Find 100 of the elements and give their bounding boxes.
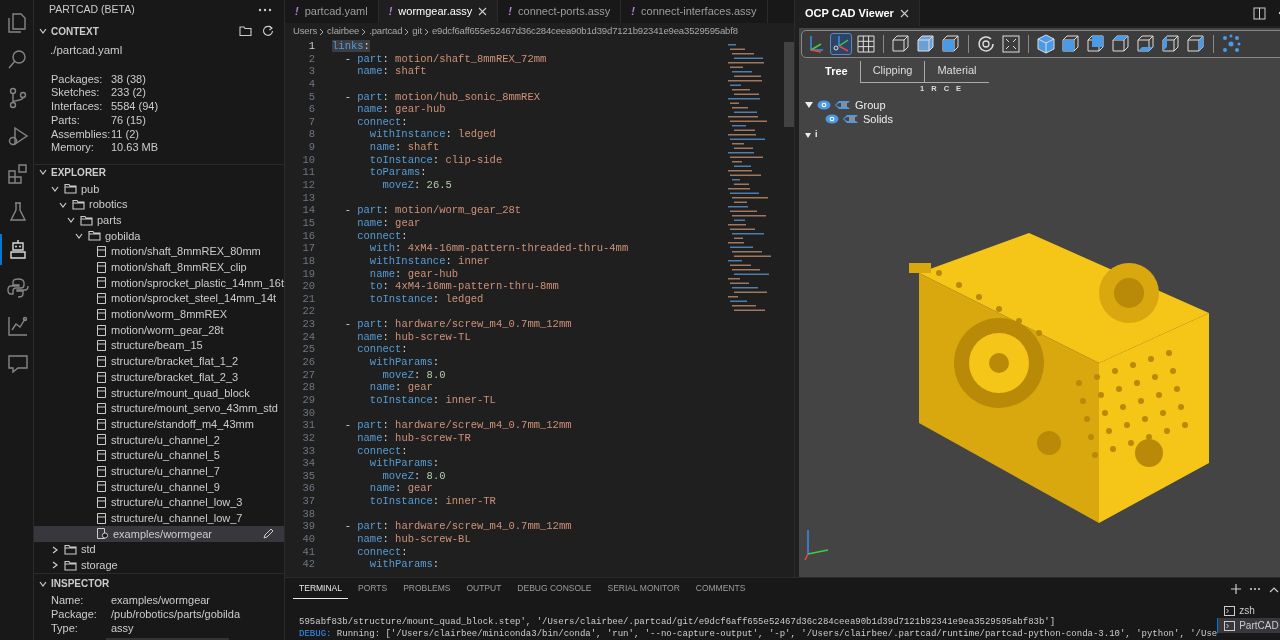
eye-icon[interactable] [825, 113, 840, 124]
extensions-icon[interactable] [5, 161, 30, 186]
section-title[interactable]: INSPECTOR [51, 576, 285, 592]
more-icon[interactable] [1249, 587, 1262, 591]
part-item[interactable]: motion/shaft_8mmREX_80mm [111, 243, 261, 260]
python-icon[interactable] [5, 275, 30, 300]
part-item[interactable]: motion/sprocket_plastic_14mm_16t [111, 274, 285, 292]
part-item[interactable]: structure/beam_15 [111, 337, 203, 354]
toolbar-button[interactable] [830, 33, 853, 55]
line-number: 9 [307, 141, 316, 154]
stat-label: Interfaces: [51, 100, 104, 114]
stat-value: 10.63 MB [111, 141, 159, 155]
toolbar-button[interactable] [855, 33, 878, 55]
viewer-tab[interactable]: Tree [813, 61, 860, 83]
eye-icon[interactable] [817, 99, 832, 110]
part-item[interactable]: structure/u_channel_5 [111, 447, 220, 464]
triangle-icon[interactable] [805, 100, 814, 109]
stat-label: Sketches: [51, 86, 101, 101]
file-icon [96, 245, 107, 259]
code-line: moveZ: 8.0 [381, 368, 446, 382]
add-icon[interactable] [1231, 584, 1242, 594]
inspector-value: assy [111, 621, 134, 636]
part-item[interactable]: structure/u_channel_low_3 [111, 494, 243, 511]
breadcrumb-item[interactable]: git [412, 24, 422, 39]
panel-tab[interactable]: SERIAL MONITOR [601, 579, 686, 599]
panel-tab[interactable]: DEBUG CONSOLE [511, 579, 598, 599]
panel-tab[interactable]: PORTS [352, 579, 394, 599]
part-item[interactable]: structure/bracket_flat_2_3 [111, 368, 239, 386]
part-item[interactable]: structure/u_channel_low_7 [111, 510, 243, 527]
line-number: 10 [301, 153, 316, 167]
code-line: withInstance: inner [368, 254, 490, 268]
folder-item[interactable]: robotics [89, 196, 128, 213]
section-title[interactable]: CONTEXT [51, 23, 237, 39]
terminal-item[interactable]: PartCAD [1217, 618, 1280, 633]
editor-tab[interactable]: ! wormgear.assy [378, 0, 499, 23]
panel-tab[interactable]: PROBLEMS [397, 579, 457, 599]
folder-item[interactable]: parts [97, 211, 122, 229]
part-item[interactable]: motion/shaft_8mmREX_clip [111, 259, 247, 276]
part-item[interactable]: motion/worm_gear_28t [111, 321, 224, 339]
file-icon [96, 433, 107, 447]
refresh-icon[interactable] [262, 25, 275, 37]
terminal-icon [1224, 620, 1236, 631]
section-title[interactable]: EXPLORER [51, 165, 285, 180]
close-icon[interactable] [478, 7, 488, 16]
toolbar-button[interactable] [1220, 33, 1243, 55]
chevron-up-icon[interactable] [1269, 585, 1280, 593]
file-icon [96, 354, 107, 368]
toolbar-button[interactable] [1000, 33, 1023, 55]
scrollbar-thumb[interactable] [784, 42, 795, 127]
part-item[interactable]: structure/mount_quad_block [111, 384, 250, 401]
stat-label: Parts: [51, 113, 81, 128]
terminal-item[interactable]: zsh [1217, 603, 1280, 618]
breadcrumb-item[interactable]: e9dcf6aff655e52467d36c284ceea90b1d39d7121b92341e9ea3529595abf8 [431, 24, 738, 39]
file-icon [96, 323, 107, 337]
breadcrumb-item[interactable]: Users [293, 24, 318, 39]
more-icon[interactable] [258, 7, 273, 12]
line-number: 23 [301, 318, 316, 331]
code-line: - part: motion/worm_gear_28t [343, 204, 522, 217]
breadcrumb-item[interactable]: clairbee [327, 24, 360, 39]
part-item[interactable]: structure/u_channel_9 [111, 478, 220, 496]
folder-item[interactable]: gobilda [105, 227, 141, 245]
open-folder-icon[interactable] [239, 25, 254, 37]
folder-item[interactable]: pub [81, 180, 100, 198]
tree-item[interactable]: Group [855, 96, 886, 113]
line-number: 13 [301, 191, 316, 205]
folder-item[interactable]: std [81, 541, 96, 558]
panel-tab[interactable]: COMMENTS [689, 579, 752, 599]
viewer-tab[interactable]: Clipping [859, 61, 925, 83]
code-line: name: hub-screw-BL [356, 533, 471, 546]
edit-icon[interactable] [262, 527, 275, 540]
folder-item[interactable]: storage [81, 557, 118, 574]
chevron-icon[interactable] [50, 544, 60, 555]
stat-value: 5584 (94) [111, 100, 159, 114]
viewer-tab[interactable]: Material [924, 61, 989, 83]
line-number: 4 [307, 77, 316, 91]
tree-item[interactable]: Solids [863, 110, 893, 127]
split-editor-icon[interactable] [1253, 6, 1267, 20]
triangle-icon[interactable] [805, 131, 812, 138]
part-item[interactable]: structure/bracket_flat_1_2 [111, 353, 239, 370]
part-item[interactable]: structure/standoff_m4_43mm [111, 415, 254, 433]
stat-value: 233 (2) [111, 86, 146, 101]
chevron-icon[interactable] [38, 26, 48, 36]
code-line: name: shaft [368, 141, 440, 154]
context-file: ./partcad.yaml [49, 42, 123, 58]
code-line: - part: hardware/screw_m4_0.7mm_12mm [343, 520, 572, 533]
part-item[interactable]: motion/worm_8mmREX [111, 306, 228, 323]
part-item[interactable]: structure/u_channel_2 [111, 431, 220, 449]
chevron-icon[interactable] [50, 560, 60, 571]
panel-tab[interactable]: TERMINAL [293, 579, 348, 599]
panel-tab[interactable]: OUTPUT [460, 579, 508, 599]
toolbar-button[interactable] [1035, 33, 1058, 55]
part-item[interactable]: structure/mount_servo_43mm_std [111, 400, 278, 417]
explode-icon [1220, 33, 1243, 55]
breadcrumb-item[interactable]: .partcad [369, 24, 403, 39]
folder-icon [88, 230, 101, 242]
line-number: 11 [301, 166, 316, 180]
part-item[interactable]: structure/u_channel_7 [111, 462, 220, 480]
part-item[interactable]: motion/sprocket_steel_14mm_14t [111, 290, 277, 307]
close-icon[interactable] [899, 8, 909, 18]
code-line: - part: motion/hub_sonic_8mmREX [343, 90, 541, 104]
